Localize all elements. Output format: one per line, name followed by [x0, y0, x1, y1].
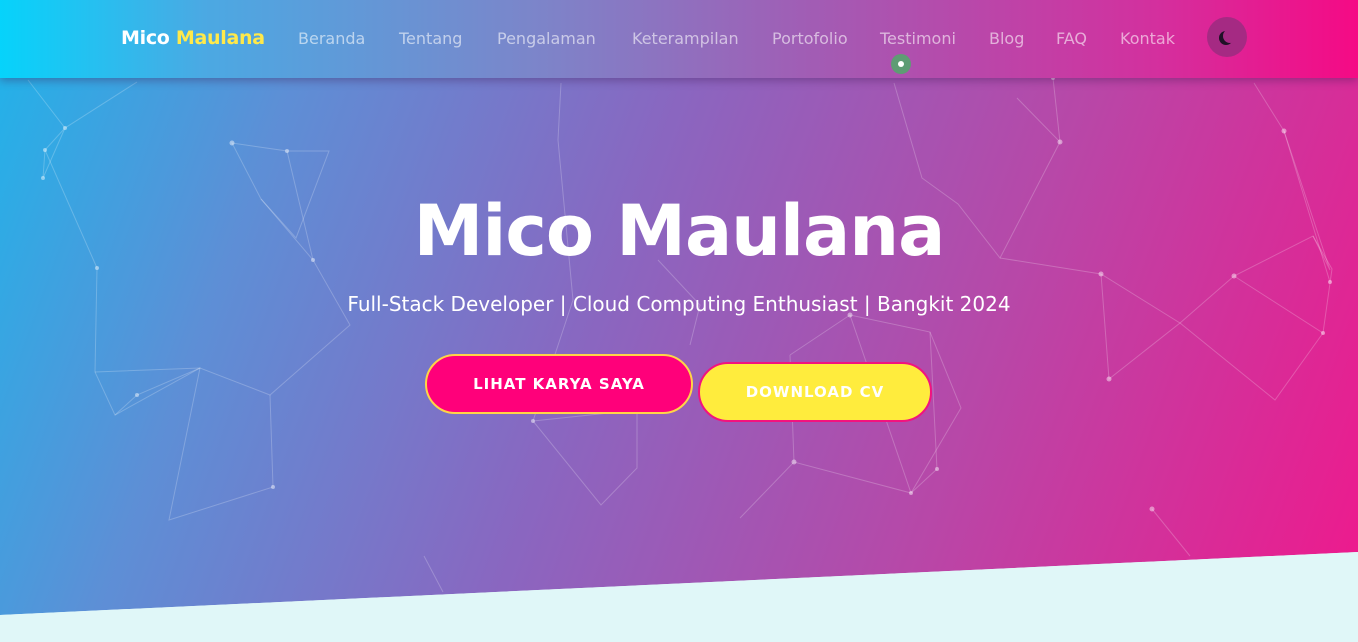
nav-link-testimoni[interactable]: Testimoni: [880, 29, 956, 48]
hero-section: [0, 0, 1358, 615]
particle-network-background: [27, 76, 1333, 593]
brand-first-name: Mico: [121, 27, 170, 49]
nav-link-keterampilan[interactable]: Keterampilan: [632, 29, 739, 48]
theme-toggle-button[interactable]: [1207, 17, 1247, 57]
download-cv-button[interactable]: DOWNLOAD CV: [698, 362, 932, 422]
nav-link-kontak[interactable]: Kontak: [1120, 29, 1175, 48]
hero-subtitle: Full-Stack Developer | Cloud Computing E…: [347, 292, 1011, 316]
active-nav-indicator: [891, 54, 911, 74]
moon-icon: [1223, 29, 1237, 43]
nav-link-pengalaman[interactable]: Pengalaman: [497, 29, 596, 48]
view-work-button[interactable]: LIHAT KARYA SAYA: [425, 354, 693, 414]
nav-link-beranda[interactable]: Beranda: [298, 29, 365, 48]
nav-link-blog[interactable]: Blog: [989, 29, 1024, 48]
top-navbar: Mico Maulana Beranda Tentang Pengalaman …: [0, 0, 1358, 78]
nav-link-tentang[interactable]: Tentang: [399, 29, 462, 48]
brand-logo[interactable]: Mico Maulana: [121, 27, 265, 49]
brand-last-name: Maulana: [175, 27, 265, 49]
hero-title: Mico Maulana: [413, 190, 946, 272]
nav-link-faq[interactable]: FAQ: [1056, 29, 1087, 48]
nav-link-portofolio[interactable]: Portofolio: [772, 29, 848, 48]
